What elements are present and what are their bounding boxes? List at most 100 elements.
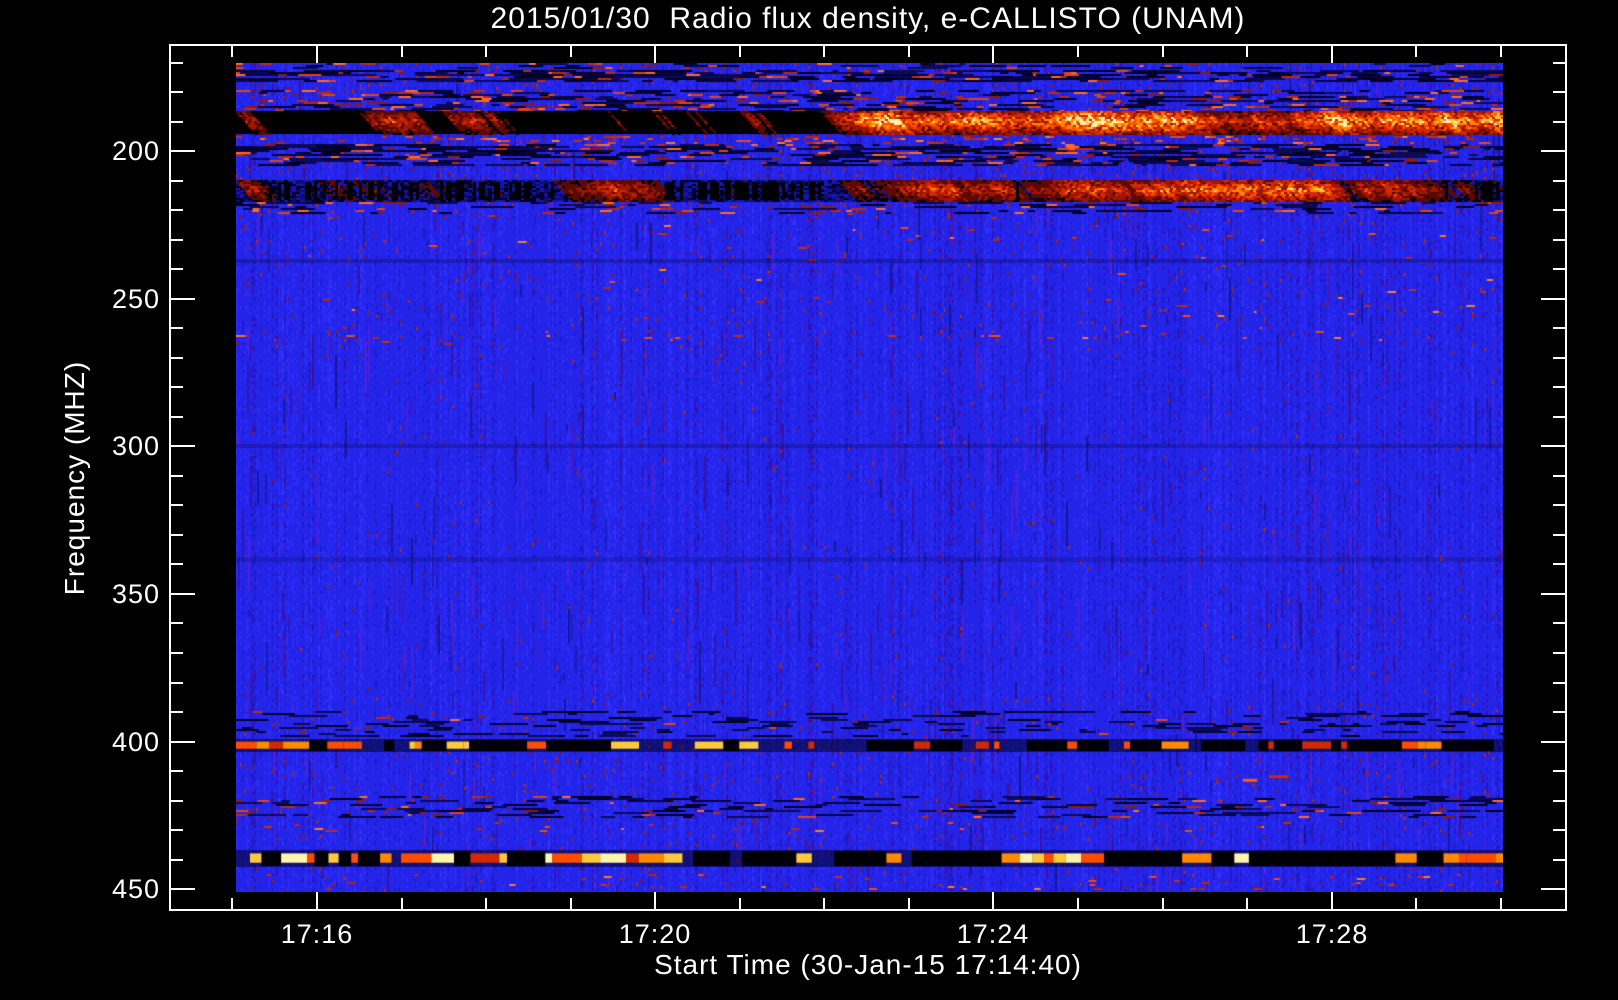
x-major-tick <box>316 892 318 909</box>
y-minor-tick <box>171 504 183 506</box>
y-minor-tick <box>1553 121 1565 123</box>
y-major-tick <box>171 741 195 743</box>
y-minor-tick <box>171 770 183 772</box>
y-minor-tick <box>1553 416 1565 418</box>
y-minor-tick <box>1553 563 1565 565</box>
y-minor-tick <box>1553 829 1565 831</box>
y-minor-tick <box>171 859 183 861</box>
y-minor-tick <box>171 357 183 359</box>
y-major-tick <box>171 298 195 300</box>
x-minor-tick <box>570 898 572 909</box>
y-minor-tick <box>171 711 183 713</box>
y-tick-label: 400 <box>111 727 160 757</box>
y-minor-tick <box>1553 357 1565 359</box>
x-minor-tick <box>1246 46 1248 57</box>
y-major-tick <box>171 150 195 152</box>
x-tick-label: 17:16 <box>280 919 354 949</box>
y-minor-tick <box>1553 859 1565 861</box>
y-minor-tick <box>171 652 183 654</box>
y-minor-tick <box>1553 622 1565 624</box>
y-major-tick <box>1541 888 1565 890</box>
y-minor-tick <box>1553 652 1565 654</box>
x-major-tick <box>1331 892 1333 909</box>
y-minor-tick <box>171 682 183 684</box>
x-minor-tick <box>570 46 572 57</box>
x-minor-tick <box>739 46 741 57</box>
y-minor-tick <box>1553 268 1565 270</box>
y-minor-tick <box>1553 239 1565 241</box>
y-major-tick <box>1541 150 1565 152</box>
y-minor-tick <box>1553 180 1565 182</box>
x-minor-tick <box>1415 46 1417 57</box>
y-tick-label: 300 <box>111 431 160 461</box>
y-minor-tick <box>1553 386 1565 388</box>
x-minor-tick <box>908 898 910 909</box>
x-minor-tick <box>908 46 910 57</box>
y-minor-tick <box>1553 504 1565 506</box>
y-minor-tick <box>1553 800 1565 802</box>
y-minor-tick <box>171 386 183 388</box>
y-minor-tick <box>171 829 183 831</box>
x-minor-tick <box>231 898 233 909</box>
y-minor-tick <box>171 91 183 93</box>
y-minor-tick <box>1553 327 1565 329</box>
y-minor-tick <box>171 268 183 270</box>
x-minor-tick <box>1415 898 1417 909</box>
y-major-tick <box>171 888 195 890</box>
y-minor-tick <box>171 327 183 329</box>
y-major-tick <box>171 593 195 595</box>
y-major-tick <box>1541 298 1565 300</box>
y-minor-tick <box>171 800 183 802</box>
x-minor-tick <box>401 898 403 909</box>
y-major-tick <box>1541 593 1565 595</box>
x-major-tick <box>992 892 994 909</box>
y-minor-tick <box>171 563 183 565</box>
y-minor-tick <box>1553 770 1565 772</box>
y-tick-label: 250 <box>111 284 160 314</box>
y-minor-tick <box>1553 711 1565 713</box>
x-minor-tick <box>1162 898 1164 909</box>
chart-title: 2015/01/30 Radio flux density, e-CALLIST… <box>490 2 1246 35</box>
x-minor-tick <box>485 898 487 909</box>
y-minor-tick <box>171 534 183 536</box>
y-minor-tick <box>171 416 183 418</box>
y-major-tick <box>171 445 195 447</box>
x-minor-tick <box>1077 898 1079 909</box>
y-minor-tick <box>171 239 183 241</box>
x-minor-tick <box>485 46 487 57</box>
x-major-tick <box>654 46 656 63</box>
x-minor-tick <box>1077 46 1079 57</box>
y-minor-tick <box>171 209 183 211</box>
y-major-tick <box>1541 741 1565 743</box>
x-minor-tick <box>401 46 403 57</box>
y-minor-tick <box>1553 475 1565 477</box>
x-tick-label: 17:28 <box>1295 919 1369 949</box>
y-minor-tick <box>1553 682 1565 684</box>
y-minor-tick <box>1553 62 1565 64</box>
y-major-tick <box>1541 445 1565 447</box>
plot-frame <box>169 44 1567 911</box>
y-minor-tick <box>171 180 183 182</box>
x-tick-label: 17:24 <box>956 919 1030 949</box>
x-minor-tick <box>823 898 825 909</box>
y-minor-tick <box>171 475 183 477</box>
y-tick-label: 350 <box>111 579 160 609</box>
x-minor-tick <box>823 46 825 57</box>
x-minor-tick <box>1162 46 1164 57</box>
x-major-tick <box>992 46 994 63</box>
x-minor-tick <box>739 898 741 909</box>
y-minor-tick <box>1553 91 1565 93</box>
x-minor-tick <box>1500 46 1502 57</box>
y-minor-tick <box>1553 534 1565 536</box>
x-major-tick <box>654 892 656 909</box>
y-minor-tick <box>1553 209 1565 211</box>
y-minor-tick <box>171 62 183 64</box>
x-axis-title: Start Time (30-Jan-15 17:14:40) <box>654 949 1082 980</box>
y-tick-label: 450 <box>111 874 160 904</box>
x-minor-tick <box>1246 898 1248 909</box>
x-major-tick <box>316 46 318 63</box>
x-minor-tick <box>1500 898 1502 909</box>
x-tick-label: 17:20 <box>618 919 692 949</box>
x-major-tick <box>1331 46 1333 63</box>
y-axis-title: Frequency (MHZ) <box>59 360 90 596</box>
